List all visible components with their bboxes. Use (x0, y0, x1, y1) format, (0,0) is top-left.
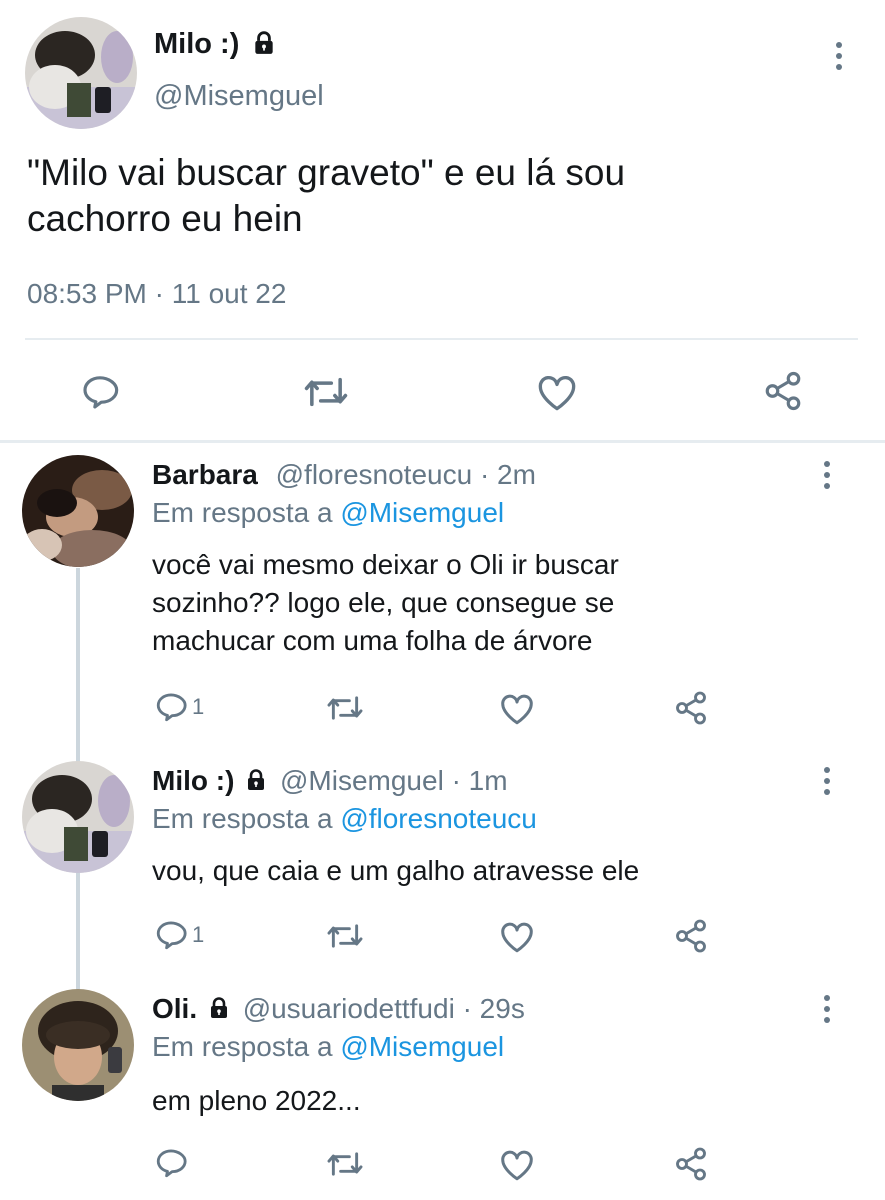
lock-icon (255, 31, 274, 54)
like-button[interactable] (499, 920, 535, 953)
tweet-text: vou, que caia e um galho atravesse ele (152, 855, 640, 886)
retweet-button[interactable] (326, 1148, 364, 1180)
reply-header: Barbara @floresnoteucu · 2m (152, 459, 536, 491)
reply-button[interactable] (154, 1146, 188, 1180)
author-name[interactable]: Milo :) (152, 765, 234, 796)
reply-icon (156, 693, 187, 722)
like-icon (501, 1150, 533, 1181)
tweet-timestamp[interactable]: 08:53 PM · 11 out 22 (27, 278, 286, 310)
share-icon (676, 1147, 706, 1181)
tweet-text: você vai mesmo deixar o Oli ir buscar so… (152, 549, 619, 656)
reply-button[interactable]: 1 (154, 690, 204, 724)
reply-header: Milo :) @Misemguel · 1m (152, 765, 508, 797)
like-button[interactable] (499, 1148, 535, 1181)
share-button[interactable] (673, 1146, 709, 1182)
lock-icon (248, 769, 265, 790)
divider (25, 338, 858, 340)
tweet-age[interactable]: · 29s (463, 993, 525, 1024)
author-name[interactable]: Oli. (152, 993, 197, 1024)
reply-context: Em resposta a @Misemguel (152, 497, 505, 528)
more-options-icon[interactable] (817, 461, 837, 494)
tweet-text: em pleno 2022... (152, 1085, 361, 1116)
reply-context: Em resposta a @floresnoteucu (152, 803, 537, 834)
mention-link[interactable]: @floresnoteucu (340, 803, 537, 834)
reply-count: 1 (192, 694, 205, 719)
retweet-icon (304, 377, 348, 407)
mention-link[interactable]: @Misemguel (340, 1031, 504, 1062)
retweet-button[interactable] (303, 372, 349, 412)
author-name[interactable]: Barbara (152, 459, 258, 490)
reply-context: Em resposta a @Misemguel (152, 1031, 505, 1062)
avatar[interactable] (22, 989, 134, 1101)
like-button[interactable] (536, 372, 578, 412)
lock-icon (210, 997, 227, 1018)
retweet-icon (327, 1152, 363, 1176)
share-icon (676, 691, 706, 725)
share-icon (676, 919, 706, 953)
like-icon (538, 375, 576, 411)
author-handle[interactable]: @Misemguel (280, 765, 444, 796)
like-icon (501, 694, 533, 725)
avatar[interactable] (22, 761, 134, 873)
tweet-text: "Milo vai buscar graveto" e eu lá sou ca… (27, 152, 626, 239)
share-icon (765, 371, 801, 411)
share-button[interactable] (673, 918, 709, 954)
retweet-button[interactable] (326, 920, 364, 952)
more-options-icon[interactable] (817, 767, 837, 800)
tweet-age[interactable]: · 1m (452, 765, 508, 796)
retweet-button[interactable] (326, 692, 364, 724)
more-options-icon[interactable] (829, 42, 849, 75)
reply-icon (156, 1149, 187, 1178)
share-button[interactable] (762, 370, 804, 412)
tweet-age[interactable]: · 2m (480, 459, 536, 490)
reply-icon (83, 376, 119, 409)
author-handle[interactable]: @Misemguel (154, 80, 324, 113)
author-handle[interactable]: @usuariodettfudi (243, 993, 455, 1024)
like-icon (501, 922, 533, 953)
avatar[interactable] (22, 455, 134, 567)
like-button[interactable] (499, 692, 535, 725)
share-button[interactable] (673, 690, 709, 726)
reply-button[interactable]: 1 (154, 918, 204, 952)
reply-header: Oli. @usuariodettfudi · 29s (152, 993, 525, 1025)
reply-icon (156, 921, 187, 950)
section-divider (0, 440, 885, 443)
author-handle[interactable]: @floresnoteucu (276, 459, 473, 490)
reply-count: 1 (192, 922, 205, 947)
reply-button[interactable] (80, 372, 120, 412)
mention-link[interactable]: @Misemguel (340, 497, 504, 528)
more-options-icon[interactable] (817, 995, 837, 1028)
retweet-icon (327, 696, 363, 720)
author-name[interactable]: Milo :) (154, 28, 277, 61)
retweet-icon (327, 924, 363, 948)
avatar[interactable] (25, 17, 137, 129)
